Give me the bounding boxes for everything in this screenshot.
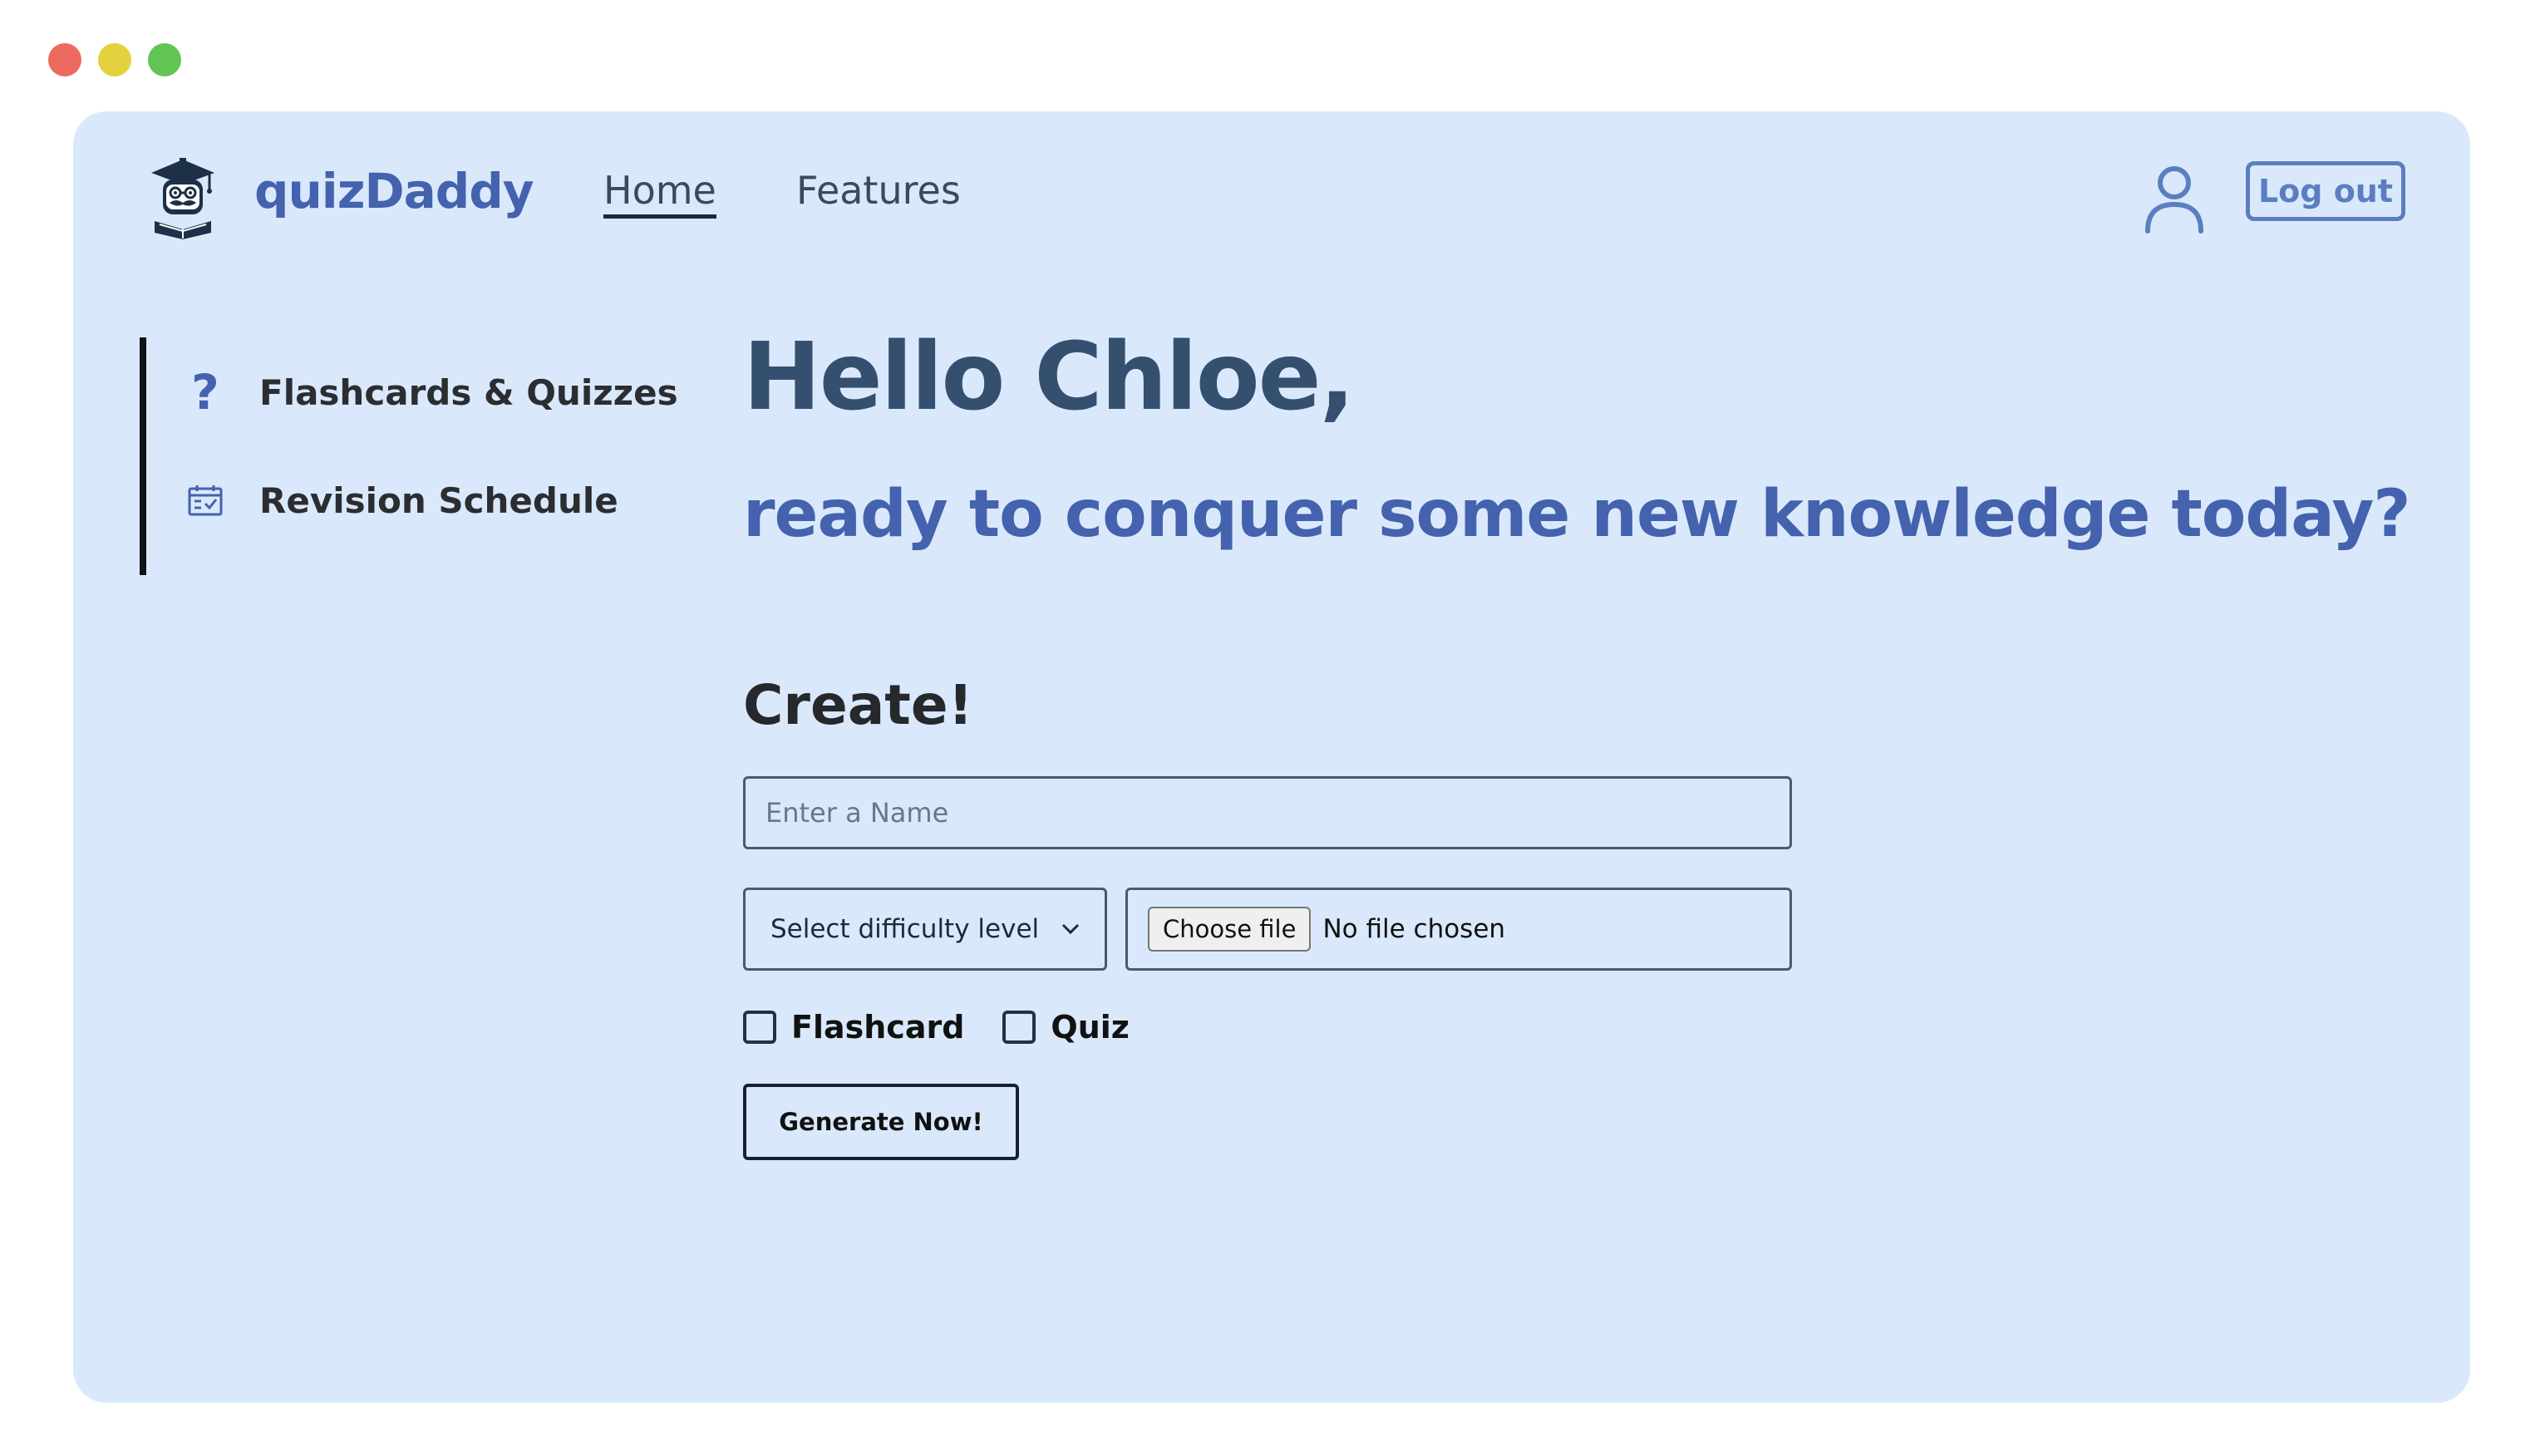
flashcard-checkbox[interactable] [743, 1011, 776, 1044]
logout-button[interactable]: Log out [2246, 161, 2405, 221]
graduate-mascot-icon[interactable] [150, 156, 216, 239]
difficulty-select-value: Select difficulty level [770, 914, 1040, 944]
minimize-window-button[interactable] [98, 43, 131, 76]
greeting-tagline: ready to conquer some new knowledge toda… [743, 477, 2411, 552]
create-heading: Create! [743, 673, 973, 737]
nav-features-link[interactable]: Features [796, 168, 961, 213]
maximize-window-button[interactable] [148, 43, 181, 76]
difficulty-select[interactable]: Select difficulty level [743, 888, 1107, 971]
chevron-down-icon [1061, 923, 1080, 935]
quiz-checkbox[interactable] [1002, 1011, 1036, 1044]
window-controls [48, 43, 181, 76]
sidebar-item-revision-schedule[interactable]: Revision Schedule [185, 475, 618, 525]
generate-button[interactable]: Generate Now! [743, 1084, 1019, 1160]
file-upload-field[interactable]: Choose file No file chosen [1125, 888, 1792, 971]
user-icon[interactable] [2143, 163, 2206, 234]
app-container: quizDaddy Home Features Log out ? Flashc… [73, 111, 2470, 1403]
nav-home-link[interactable]: Home [603, 168, 716, 219]
output-type-options: Flashcard Quiz [743, 1009, 1130, 1045]
sidebar-indicator [140, 337, 146, 575]
flashcard-checkbox-label[interactable]: Flashcard [791, 1009, 964, 1045]
name-input[interactable] [743, 776, 1792, 849]
close-window-button[interactable] [48, 43, 81, 76]
file-status-text: No file chosen [1322, 914, 1506, 944]
greeting-heading: Hello Chloe, [743, 323, 1355, 431]
question-icon: ? [191, 364, 219, 421]
brand-name[interactable]: quizDaddy [254, 163, 534, 219]
choose-file-button[interactable]: Choose file [1148, 907, 1312, 952]
sidebar-item-label: Revision Schedule [259, 480, 618, 521]
sidebar-item-label: Flashcards & Quizzes [259, 371, 678, 413]
calendar-check-icon [185, 475, 226, 525]
quiz-checkbox-label[interactable]: Quiz [1051, 1009, 1130, 1045]
sidebar-item-flashcards-quizzes[interactable]: ? Flashcards & Quizzes [185, 364, 678, 421]
